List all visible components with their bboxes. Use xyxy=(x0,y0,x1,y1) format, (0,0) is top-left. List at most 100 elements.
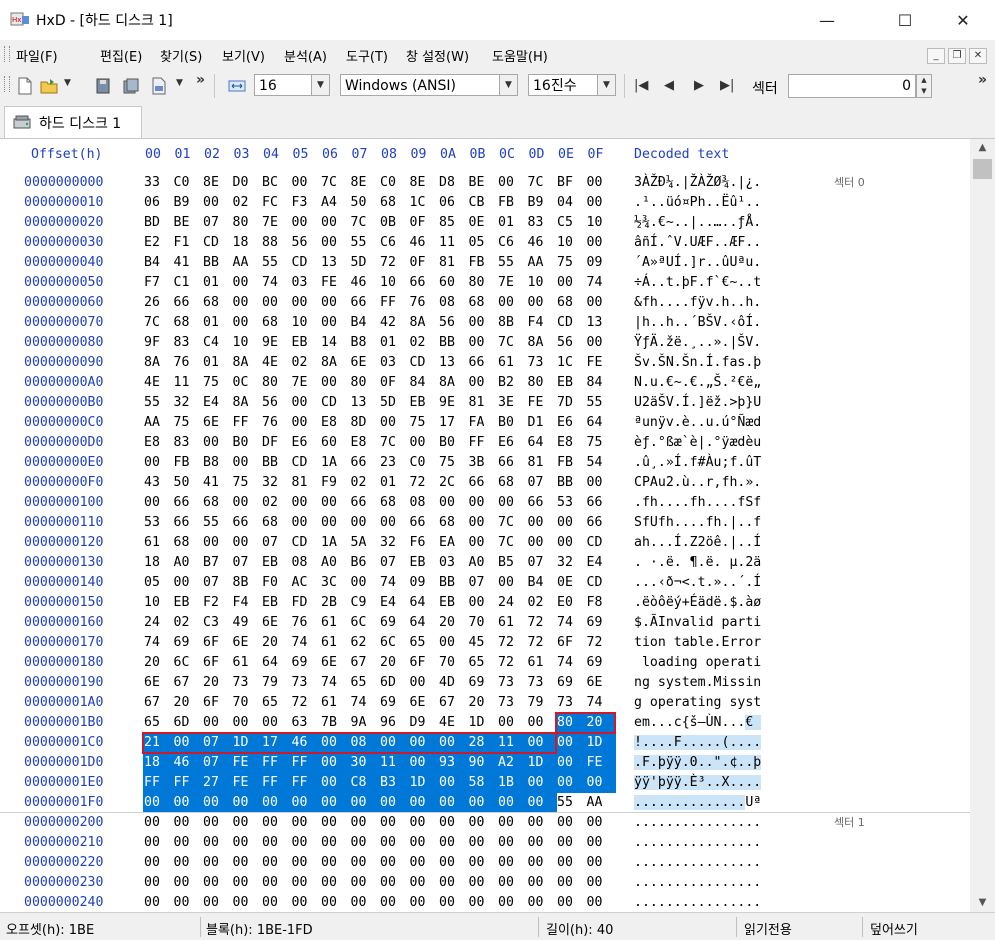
hex-byte[interactable]: 00 xyxy=(468,893,498,913)
hex-byte[interactable]: FF xyxy=(261,753,291,773)
hex-byte[interactable]: 00 xyxy=(143,453,173,473)
hex-byte[interactable]: 73 xyxy=(497,693,527,713)
hex-byte[interactable]: 7E xyxy=(497,273,527,293)
hex-byte[interactable]: 9F xyxy=(143,333,173,353)
hex-byte[interactable]: 54 xyxy=(586,453,616,473)
hex-byte[interactable]: 72 xyxy=(497,633,527,653)
hex-byte[interactable]: BF xyxy=(556,173,586,193)
decoded-text[interactable]: ah...Í.Z2öê.|..Í xyxy=(634,533,761,553)
hex-byte[interactable]: 74 xyxy=(143,633,173,653)
hex-byte[interactable]: 00 xyxy=(232,713,262,733)
hex-byte[interactable]: 80 xyxy=(350,373,380,393)
hex-byte[interactable]: 00 xyxy=(261,833,291,853)
hex-row[interactable]: 0000000150 10 EB F2 F4 EB FD 2B C9 E4 64 EB 00 24 02 E0… xyxy=(0,593,970,613)
hex-byte[interactable]: 75 xyxy=(438,453,468,473)
hex-byte[interactable]: 00 xyxy=(232,833,262,853)
hex-byte[interactable]: 00 xyxy=(527,533,557,553)
hex-byte[interactable]: F1 xyxy=(173,233,203,253)
hex-byte[interactable]: 6D xyxy=(379,673,409,693)
hex-byte[interactable]: 00 xyxy=(379,833,409,853)
hex-byte[interactable]: A4 xyxy=(320,193,350,213)
hex-row[interactable]: 00000000F0 43 50 41 75 32 81 F9 02 01 72 2C 66 68 07 BB… xyxy=(0,473,970,493)
hex-byte[interactable]: CD xyxy=(291,453,321,473)
hex-byte[interactable]: FE xyxy=(231,753,262,773)
hex-row[interactable]: 00000000E0 00 FB B8 00 BB CD 1A 66 23 C0 75 3B 66 81 FB… xyxy=(0,453,970,473)
hex-byte[interactable]: 00 xyxy=(173,813,203,833)
hex-byte[interactable]: 66 xyxy=(586,513,616,533)
hex-byte[interactable]: 00 xyxy=(232,453,262,473)
hex-byte[interactable]: 75 xyxy=(556,253,586,273)
hex-byte[interactable]: 74 xyxy=(261,273,291,293)
hex-byte[interactable]: E8 xyxy=(556,433,586,453)
hex-byte[interactable]: B6 xyxy=(350,553,380,573)
hex-byte[interactable]: 00 xyxy=(409,853,439,873)
hex-byte[interactable]: 13 xyxy=(320,253,350,273)
hex-byte[interactable]: 61 xyxy=(497,353,527,373)
hex-byte[interactable]: 8A xyxy=(527,333,557,353)
hex-byte[interactable]: 00 xyxy=(261,713,291,733)
hex-byte[interactable]: 02 xyxy=(173,613,203,633)
decoded-text[interactable]: ................ xyxy=(634,893,761,913)
hex-byte[interactable]: 00 xyxy=(527,893,557,913)
hex-byte[interactable]: 7C xyxy=(320,173,350,193)
hex-byte[interactable]: FC xyxy=(261,193,291,213)
hex-byte[interactable]: 60 xyxy=(320,433,350,453)
hex-byte[interactable]: 00 xyxy=(585,773,616,793)
hex-byte[interactable]: 00 xyxy=(586,233,616,253)
hex-byte[interactable]: 8E xyxy=(202,173,232,193)
hex-byte[interactable]: 68 xyxy=(261,513,291,533)
hex-byte[interactable]: 8A xyxy=(143,353,173,373)
menu-item-edit[interactable]: 편집(E) xyxy=(100,46,142,65)
hex-byte[interactable]: EB xyxy=(438,593,468,613)
hex-byte[interactable]: 55 xyxy=(556,793,586,813)
hex-byte[interactable]: 00 xyxy=(291,213,321,233)
hex-byte[interactable]: 00 xyxy=(556,853,586,873)
tab-disk-1[interactable]: 하드 디스크 1 xyxy=(4,106,142,138)
hex-byte[interactable]: 61 xyxy=(320,613,350,633)
hex-byte[interactable]: 00 xyxy=(202,833,232,853)
hex-byte[interactable]: 32 xyxy=(173,393,203,413)
hex-byte[interactable]: 56 xyxy=(261,393,291,413)
hex-byte[interactable]: 10 xyxy=(379,273,409,293)
hex-byte[interactable]: 02 xyxy=(291,353,321,373)
hex-byte[interactable]: 6E xyxy=(202,413,232,433)
hex-byte[interactable]: 00 xyxy=(468,813,498,833)
hex-byte[interactable]: 83 xyxy=(527,213,557,233)
hex-byte[interactable]: 20 xyxy=(379,653,409,673)
hex-byte[interactable]: 00 xyxy=(497,293,527,313)
hex-byte[interactable]: 61 xyxy=(320,693,350,713)
hex-byte[interactable]: 00 xyxy=(172,793,203,813)
hex-byte[interactable]: 68 xyxy=(261,313,291,333)
hex-byte[interactable]: BB xyxy=(202,253,232,273)
hex-byte[interactable]: 46 xyxy=(172,753,203,773)
scroll-up-icon[interactable]: ▲ xyxy=(970,139,995,157)
hex-byte[interactable]: 00 xyxy=(586,293,616,313)
hex-byte[interactable]: 88 xyxy=(261,233,291,253)
hex-byte[interactable]: 00 xyxy=(497,813,527,833)
hex-byte[interactable]: 00 xyxy=(320,773,350,793)
hex-byte[interactable]: B9 xyxy=(173,193,203,213)
hex-byte[interactable]: 00 xyxy=(438,833,468,853)
hex-byte[interactable]: 83 xyxy=(173,433,203,453)
hex-byte[interactable]: 10 xyxy=(556,233,586,253)
hex-byte[interactable]: 00 xyxy=(468,533,498,553)
hex-byte[interactable]: F4 xyxy=(232,593,262,613)
hex-byte[interactable]: 49 xyxy=(232,613,262,633)
hex-byte[interactable]: 84 xyxy=(586,373,616,393)
hex-byte[interactable]: 00 xyxy=(527,833,557,853)
hex-byte[interactable]: 00 xyxy=(497,493,527,513)
hex-byte[interactable]: 79 xyxy=(527,693,557,713)
hex-byte[interactable]: 6F xyxy=(556,633,586,653)
hex-byte[interactable]: CD xyxy=(291,253,321,273)
hex-byte[interactable]: 56 xyxy=(291,233,321,253)
hex-byte[interactable]: 18 xyxy=(143,553,173,573)
hex-byte[interactable]: 03 xyxy=(379,353,409,373)
hex-byte[interactable]: 07 xyxy=(202,573,232,593)
hex-byte[interactable]: 08 xyxy=(438,293,468,313)
hex-byte[interactable]: 00 xyxy=(291,833,321,853)
hex-byte[interactable]: 67 xyxy=(438,693,468,713)
hex-byte[interactable]: 00 xyxy=(232,493,262,513)
hex-byte[interactable]: 07 xyxy=(468,573,498,593)
hex-byte[interactable]: EB xyxy=(291,333,321,353)
hex-byte[interactable]: 00 xyxy=(291,813,321,833)
